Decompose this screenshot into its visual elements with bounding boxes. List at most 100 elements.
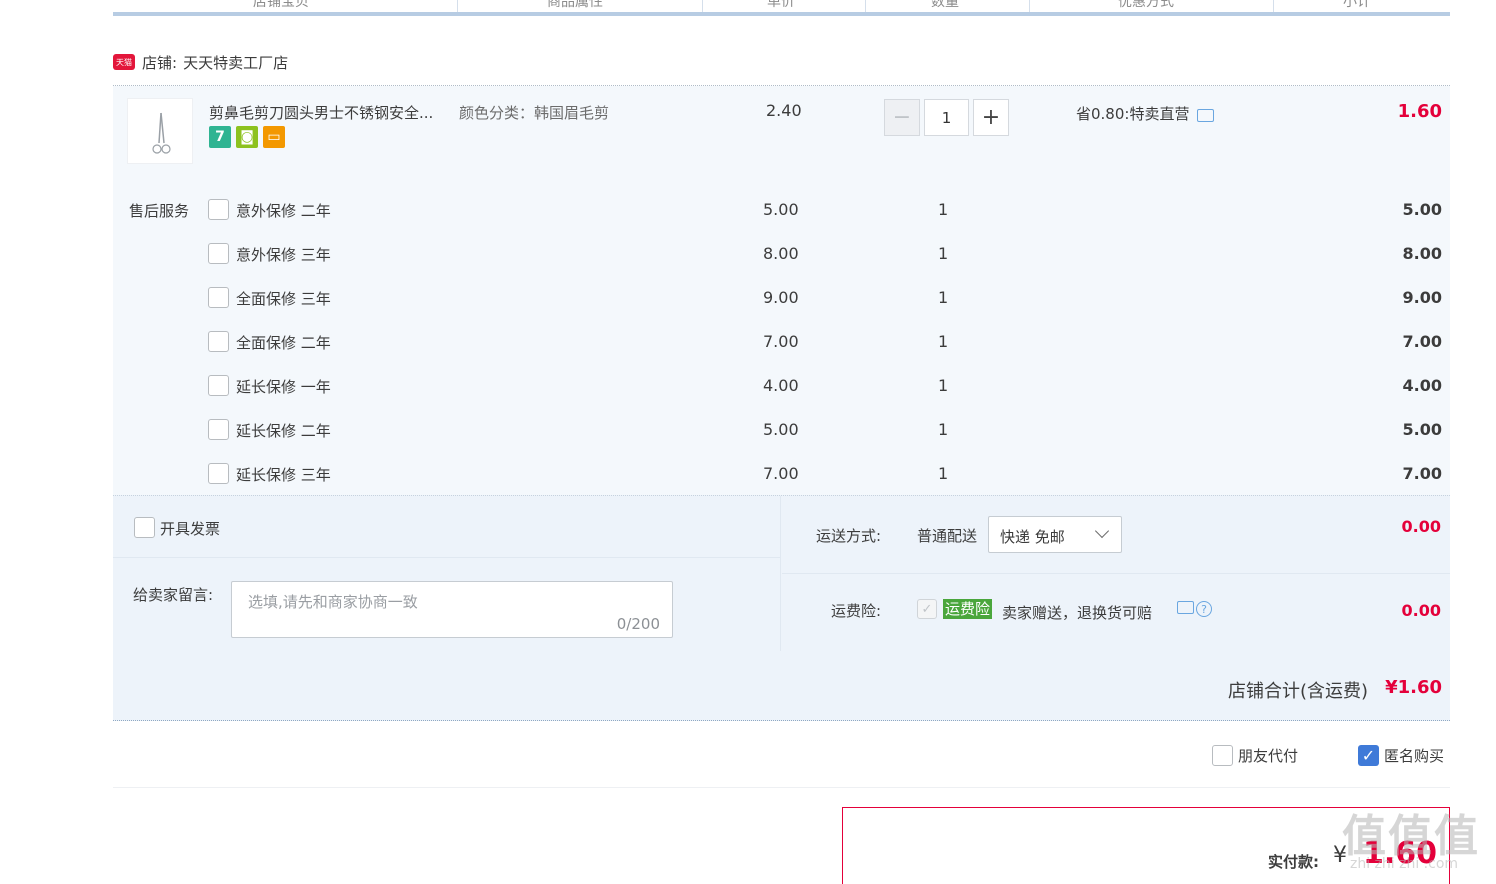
friend-pay-checkbox[interactable] <box>1212 745 1233 766</box>
service-checkbox[interactable] <box>208 287 229 308</box>
message-placeholder: 选填,请先和商家协商一致 <box>248 593 418 611</box>
friend-pay-label: 朋友代付 <box>1238 747 1299 765</box>
service-name: 延长保修 三年 <box>236 466 331 484</box>
service-row: 延长保修 三年 7.00 1 7.00 <box>113 462 1450 486</box>
invoice-label: 开具发票 <box>160 520 221 538</box>
invoice-row: 开具发票 <box>113 496 781 558</box>
header-divider <box>865 0 866 12</box>
chat-bubble-icon[interactable] <box>1197 109 1215 122</box>
service-price: 4.00 <box>763 376 799 395</box>
service-name: 意外保修 二年 <box>236 202 331 220</box>
header-divider <box>702 0 703 12</box>
header-divider <box>1029 0 1030 12</box>
service-price: 5.00 <box>763 200 799 219</box>
credit-card-icon[interactable]: ▭ <box>263 126 285 148</box>
service-row: 延长保修 二年 5.00 1 5.00 <box>113 418 1450 442</box>
service-row: 全面保修 二年 7.00 1 7.00 <box>113 330 1450 354</box>
header-divider <box>1273 0 1274 12</box>
shop-header: 天猫 店铺: 天天特卖工厂店 <box>113 52 288 72</box>
chat-bubble-icon[interactable] <box>1177 601 1194 614</box>
service-checkbox[interactable] <box>208 419 229 440</box>
service-checkbox[interactable] <box>208 199 229 220</box>
col-quantity: 数量 <box>931 0 959 10</box>
friend-pay-option[interactable]: 朋友代付 <box>1212 745 1298 766</box>
anonymous-option[interactable]: ✓ 匿名购买 <box>1358 745 1444 766</box>
service-badges: 7 ◙ ▭ <box>209 126 285 148</box>
col-subtotal: 小计 <box>1343 0 1371 10</box>
insurance-tag: 运费险 <box>943 599 993 619</box>
service-subtotal: 4.00 <box>1402 376 1442 395</box>
service-price: 7.00 <box>763 332 799 351</box>
tmall-icon: 天猫 <box>113 54 135 70</box>
service-row: 全面保修 三年 9.00 1 9.00 <box>113 286 1450 310</box>
shop-total-amount: ¥1.60 <box>1385 677 1442 698</box>
service-subtotal: 5.00 <box>1402 420 1442 439</box>
shop-name-link[interactable]: 天天特卖工厂店 <box>183 52 288 73</box>
service-qty: 1 <box>938 288 949 307</box>
service-price: 7.00 <box>763 464 799 483</box>
service-subtotal: 7.00 <box>1402 332 1442 351</box>
quantity-input[interactable]: 1 <box>924 99 969 136</box>
divider <box>113 787 1450 788</box>
service-name: 全面保修 二年 <box>236 334 331 352</box>
anonymous-checkbox[interactable]: ✓ <box>1358 745 1379 766</box>
help-icon[interactable]: ? <box>1196 601 1212 617</box>
watermark-logo: 值值值 <box>1342 811 1480 862</box>
service-qty: 1 <box>938 420 949 439</box>
service-price: 8.00 <box>763 244 799 263</box>
product-title-link[interactable]: 剪鼻毛剪刀圆头男士不锈钢安全... <box>209 102 453 123</box>
insurance-icons: ? <box>1177 601 1212 617</box>
payment-label: 实付款: <box>1268 853 1319 871</box>
service-price: 5.00 <box>763 420 799 439</box>
col-unit-price: 单价 <box>767 0 795 10</box>
message-label: 给卖家留言: <box>133 586 214 604</box>
service-qty: 1 <box>938 464 949 483</box>
service-qty: 1 <box>938 332 949 351</box>
seven-day-return-icon[interactable]: 7 <box>209 126 231 148</box>
quantity-stepper: − 1 + <box>884 99 1009 136</box>
insurance-checkbox[interactable]: ✓ <box>917 599 937 619</box>
quality-guarantee-icon[interactable]: ◙ <box>236 126 258 148</box>
service-subtotal: 7.00 <box>1402 464 1442 483</box>
service-checkbox[interactable] <box>208 463 229 484</box>
service-checkbox[interactable] <box>208 331 229 352</box>
shop-label: 店铺: <box>142 53 178 72</box>
service-subtotal: 5.00 <box>1402 200 1442 219</box>
insurance-label: 运费险: <box>831 602 882 620</box>
shop-total-label: 店铺合计(含运费) <box>1227 681 1368 702</box>
seller-message-input[interactable]: 选填,请先和商家协商一致 0/200 <box>231 581 673 638</box>
promotion: 省0.80:特卖直营 <box>1076 103 1215 124</box>
service-name: 延长保修 一年 <box>236 378 331 396</box>
anonymous-label: 匿名购买 <box>1384 747 1445 765</box>
service-qty: 1 <box>938 244 949 263</box>
service-checkbox[interactable] <box>208 375 229 396</box>
service-qty: 1 <box>938 200 949 219</box>
decrement-button[interactable]: − <box>884 99 920 136</box>
header-divider <box>457 0 458 12</box>
insurance-amount: 0.00 <box>1401 601 1441 620</box>
service-checkbox[interactable] <box>208 243 229 264</box>
watermark: 值值值 zhi zhi zhi .com <box>1342 800 1492 880</box>
insurance-row: 运费险: ✓ 运费险 卖家赠送，退换货可赔 ? 0.00 <box>782 496 1450 652</box>
invoice-checkbox[interactable] <box>134 517 155 538</box>
service-name: 全面保修 三年 <box>236 290 331 308</box>
service-row: 意外保修 三年 8.00 1 8.00 <box>113 242 1450 266</box>
col-shop-items: 店铺宝贝 <box>253 0 309 10</box>
insurance-description: 卖家赠送，退换货可赔 <box>1002 604 1153 622</box>
service-subtotal: 9.00 <box>1402 288 1442 307</box>
promotion-text: 省0.80:特卖直营 <box>1076 105 1190 123</box>
item-subtotal: 1.60 <box>1397 101 1442 122</box>
service-qty: 1 <box>938 376 949 395</box>
service-name: 延长保修 二年 <box>236 422 331 440</box>
product-thumbnail[interactable] <box>127 98 193 164</box>
service-price: 9.00 <box>763 288 799 307</box>
increment-button[interactable]: + <box>973 99 1009 136</box>
col-properties: 商品属性 <box>547 0 603 10</box>
watermark-url: zhi zhi zhi .com <box>1350 856 1459 872</box>
shop-total: 店铺合计(含运费) ¥1.60 <box>113 651 1450 721</box>
product-property: 颜色分类：韩国眉毛剪 <box>459 104 610 122</box>
service-subtotal: 8.00 <box>1402 244 1442 263</box>
order-item-block: 剪鼻毛剪刀圆头男士不锈钢安全... 7 ◙ ▭ 颜色分类：韩国眉毛剪 2.40 − … <box>113 86 1450 495</box>
options-left: 开具发票 给卖家留言: 选填,请先和商家协商一致 0/200 <box>113 496 781 652</box>
table-header: 店铺宝贝 商品属性 单价 数量 优惠方式 小计 <box>113 0 1450 16</box>
